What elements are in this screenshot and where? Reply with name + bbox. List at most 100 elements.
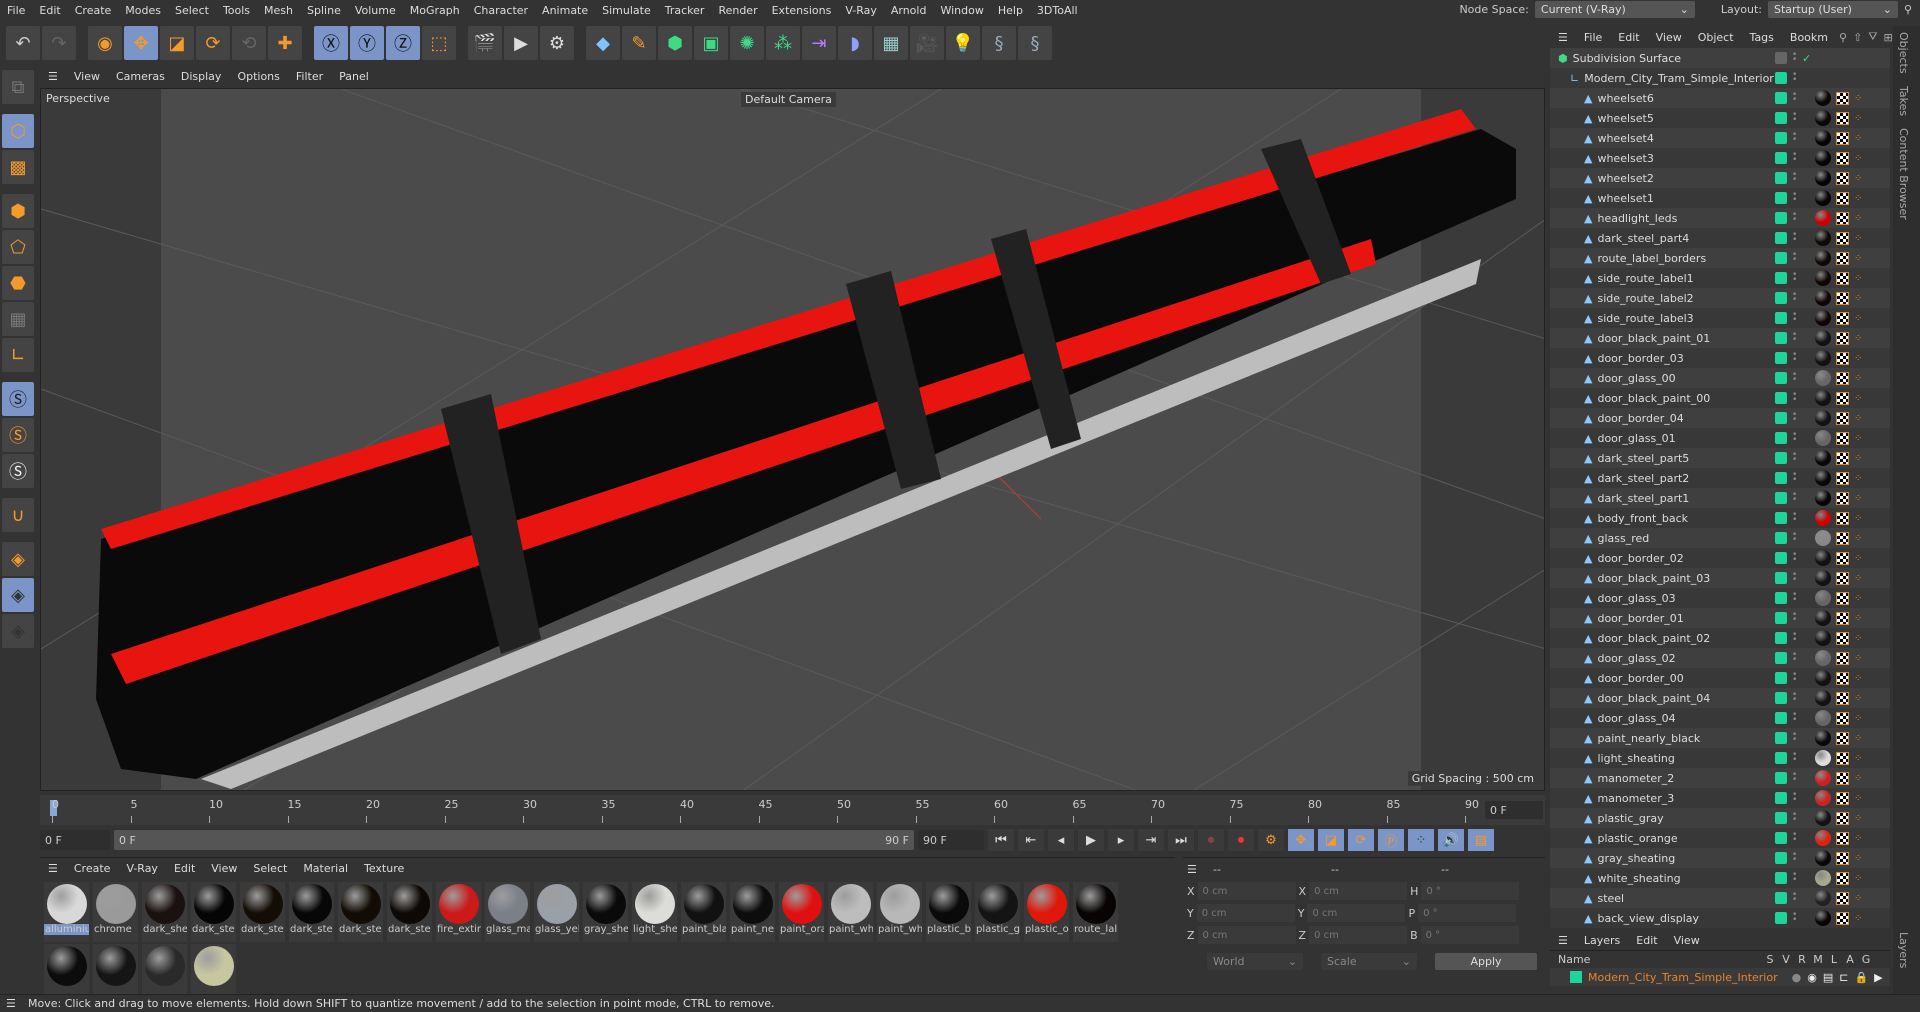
visibility-dots[interactable]: • • [1792, 831, 1797, 845]
layer-color-swatch[interactable] [1775, 332, 1787, 344]
uvw-tag-icon[interactable] [1836, 611, 1849, 625]
visibility-dots[interactable]: • • [1792, 631, 1797, 645]
current-frame-field[interactable]: 0 F [1485, 801, 1543, 819]
coord-field[interactable]: 0 cm [1196, 904, 1295, 922]
layer-column-header[interactable]: G [1858, 953, 1874, 966]
menu-arnold[interactable]: Arnold [884, 4, 934, 17]
object-row[interactable]: ▲ manometer_3 • • ⁘ [1550, 788, 1890, 808]
object-menu-file[interactable]: File [1576, 31, 1610, 44]
side-tab-content-browser[interactable]: Content Browser [1893, 122, 1914, 226]
previous-key-icon[interactable]: ⇤ [1018, 829, 1044, 851]
object-row[interactable]: ▲ light_sheating • • ⁘ [1550, 748, 1890, 768]
material-tag[interactable] [1815, 370, 1831, 386]
visibility-dots[interactable]: • • [1792, 211, 1797, 225]
object-menu-edit[interactable]: Edit [1610, 31, 1647, 44]
visibility-dots[interactable]: • • [1792, 51, 1797, 65]
uvw-tag-icon[interactable] [1836, 391, 1849, 405]
workplane-align-button[interactable]: ◈ [2, 614, 34, 648]
material-tag[interactable] [1815, 550, 1831, 566]
material-tag[interactable] [1815, 830, 1831, 846]
material-swatch[interactable]: dark_ste [289, 882, 334, 942]
material-tag[interactable] [1815, 710, 1831, 726]
material-tag[interactable] [1815, 330, 1831, 346]
snap-3d-button[interactable]: Ⓢ [2, 454, 34, 488]
uvw-tag-icon[interactable] [1836, 551, 1849, 565]
size-mode-dropdown[interactable]: Scale ⌄ [1321, 952, 1417, 970]
render-picture-viewer-button[interactable]: ▶ [504, 26, 538, 60]
menu-help[interactable]: Help [991, 4, 1030, 17]
phong-tag-icon[interactable]: ⁘ [1854, 373, 1862, 384]
menu-animate[interactable]: Animate [535, 4, 595, 17]
z-axis-button[interactable]: Ⓩ [386, 26, 420, 60]
object-row[interactable]: ▲ door_border_02 • • ⁘ [1550, 548, 1890, 568]
material-swatch[interactable]: gray_she [583, 882, 628, 942]
phong-tag-icon[interactable]: ⁘ [1854, 453, 1862, 464]
menu-edit[interactable]: Edit [32, 4, 67, 17]
object-row[interactable]: ▲ door_border_04 • • ⁘ [1550, 408, 1890, 428]
menu-window[interactable]: Window [933, 4, 990, 17]
uvw-tag-icon[interactable] [1836, 691, 1849, 705]
key-pla-icon[interactable]: ⁘ [1408, 829, 1434, 851]
material-tag[interactable] [1815, 530, 1831, 546]
material-swatch[interactable]: paint_wh [828, 882, 873, 942]
material-tag[interactable] [1815, 470, 1831, 486]
uvw-tag-icon[interactable] [1836, 91, 1849, 105]
visibility-dots[interactable]: • • [1792, 531, 1797, 545]
material-swatch[interactable]: plastic_g [975, 882, 1020, 942]
uvw-tag-icon[interactable] [1836, 831, 1849, 845]
material-swatch[interactable]: paint_ne [730, 882, 775, 942]
search-icon[interactable]: ⚲ [1836, 31, 1850, 44]
phong-tag-icon[interactable]: ⁘ [1854, 393, 1862, 404]
uvw-tag-icon[interactable] [1836, 771, 1849, 785]
layer-column-header[interactable]: A [1842, 953, 1858, 966]
coord-field[interactable]: 0 cm [1197, 926, 1296, 944]
material-tag[interactable] [1815, 170, 1831, 186]
phong-tag-icon[interactable]: ⁘ [1854, 253, 1862, 264]
layer-color-swatch[interactable] [1775, 712, 1787, 724]
material-swatch[interactable]: paint_wh [877, 882, 922, 942]
apply-button[interactable]: Apply [1435, 952, 1537, 970]
phong-tag-icon[interactable]: ⁘ [1854, 433, 1862, 444]
autokey-icon[interactable]: ⏺ [1228, 829, 1254, 851]
uvw-tag-icon[interactable] [1836, 351, 1849, 365]
object-row[interactable]: ∟ Modern_City_Tram_Simple_Interior • • [1550, 68, 1890, 88]
manager-icon[interactable]: ⊏ [1839, 971, 1848, 984]
layer-column-header[interactable]: L [1826, 953, 1842, 966]
render-view-button[interactable]: 🎬 [468, 26, 502, 60]
object-row[interactable]: ▲ door_glass_04 • • ⁘ [1550, 708, 1890, 728]
uvw-tag-icon[interactable] [1836, 571, 1849, 585]
uvw-tag-icon[interactable] [1836, 471, 1849, 485]
material-tag[interactable] [1815, 650, 1831, 666]
visibility-dots[interactable]: • • [1792, 231, 1797, 245]
object-row[interactable]: ▲ dark_steel_part5 • • ⁘ [1550, 448, 1890, 468]
phong-tag-icon[interactable]: ⁘ [1854, 213, 1862, 224]
material-swatch[interactable]: paint_bla [681, 882, 726, 942]
texture-mode-button[interactable]: ▩ [2, 150, 34, 184]
layer-color-swatch[interactable] [1775, 692, 1787, 704]
phong-tag-icon[interactable]: ⁘ [1854, 413, 1862, 424]
visibility-dots[interactable]: • • [1792, 351, 1797, 365]
previous-frame-icon[interactable]: ◂ [1048, 829, 1074, 851]
object-row[interactable]: ▲ door_black_paint_04 • • ⁘ [1550, 688, 1890, 708]
uvw-tag-icon[interactable] [1836, 311, 1849, 325]
key-rotation-icon[interactable]: ⟳ [1348, 829, 1374, 851]
layout-dropdown[interactable]: Startup (User) ⌄ [1768, 1, 1898, 18]
material-tag[interactable] [1815, 210, 1831, 226]
material-tag[interactable] [1815, 230, 1831, 246]
object-row[interactable]: ▲ door_black_paint_02 • • ⁘ [1550, 628, 1890, 648]
object-row[interactable]: ▲ door_glass_03 • • ⁘ [1550, 588, 1890, 608]
object-row[interactable]: ▲ wheelset5 • • ⁘ [1550, 108, 1890, 128]
uvw-tag-icon[interactable] [1836, 491, 1849, 505]
visibility-dots[interactable]: • • [1792, 191, 1797, 205]
visibility-dots[interactable]: • • [1792, 791, 1797, 805]
phong-tag-icon[interactable]: ⁘ [1854, 633, 1862, 644]
play-icon[interactable]: ▶ [1078, 829, 1104, 851]
axis-mode-button[interactable]: ∟ [2, 338, 34, 372]
visibility-dots[interactable]: • • [1792, 451, 1797, 465]
material-tag[interactable] [1815, 110, 1831, 126]
phong-tag-icon[interactable]: ⁘ [1854, 153, 1862, 164]
visibility-dots[interactable]: • • [1792, 411, 1797, 425]
uvw-tag-icon[interactable] [1836, 671, 1849, 685]
phong-tag-icon[interactable]: ⁘ [1854, 873, 1862, 884]
layer-color-swatch[interactable] [1775, 132, 1787, 144]
